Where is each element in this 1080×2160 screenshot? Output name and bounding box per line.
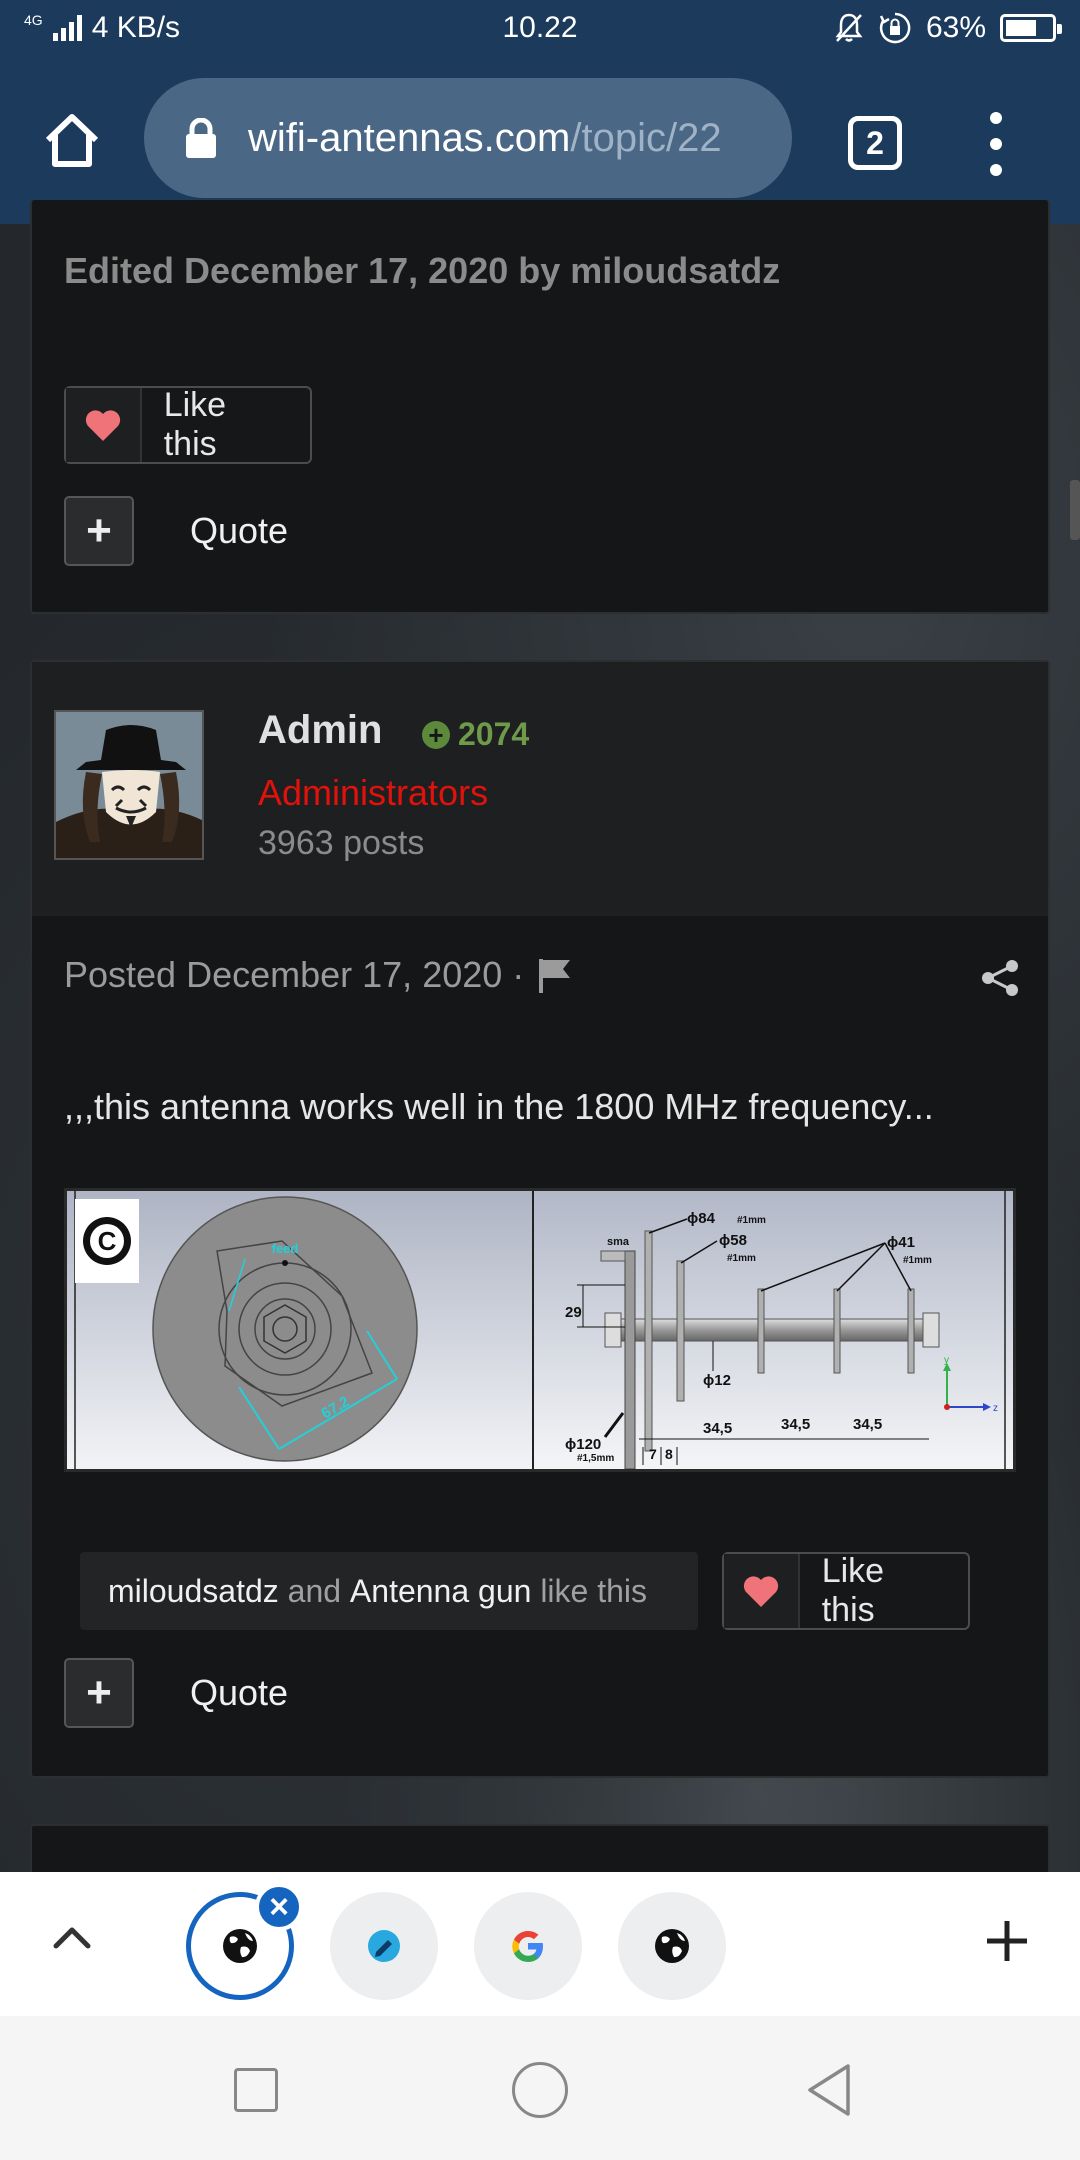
close-tab-icon[interactable]: × xyxy=(255,1883,303,1931)
spacing-8-label: 8 xyxy=(665,1446,673,1462)
network-speed: 4 KB/s xyxy=(91,11,181,44)
post-card: Admin + 2074 Administrators 3963 posts P… xyxy=(30,660,1050,1778)
scrollbar[interactable] xyxy=(1070,480,1080,540)
height-29-label: 29 xyxy=(565,1304,582,1321)
reputation-badge: + 2074 xyxy=(422,716,529,753)
share-icon[interactable] xyxy=(980,958,1020,998)
globe-icon xyxy=(223,1929,257,1963)
sma-label: sma xyxy=(607,1236,630,1248)
status-bar: 4G 4 KB/s 10.22 63% xyxy=(0,0,1080,56)
spacing-2-label: 34,5 xyxy=(781,1416,810,1433)
reputation-count: 2074 xyxy=(458,716,530,752)
tab-edit[interactable] xyxy=(330,1892,438,2000)
posted-date[interactable]: Posted December 17, 2020 · xyxy=(64,954,524,996)
heart-icon xyxy=(743,1576,778,1607)
report-flag-icon[interactable] xyxy=(536,957,574,993)
tab-google[interactable] xyxy=(474,1892,582,2000)
home-icon[interactable] xyxy=(40,108,104,172)
spacing-1-label: 34,5 xyxy=(703,1420,732,1437)
quote-button[interactable]: Quote xyxy=(190,510,288,552)
multiquote-plus-button[interactable]: + xyxy=(64,496,134,566)
feed-label: feed xyxy=(272,1241,299,1256)
diameter-84-label: ϕ84 xyxy=(687,1210,716,1227)
quote-row[interactable]: + Quote xyxy=(64,496,288,566)
home-button[interactable] xyxy=(512,2062,568,2118)
multiquote-plus-button[interactable]: + xyxy=(64,1658,134,1728)
post-body-text: ,,,this antenna works well in the 1800 M… xyxy=(64,1086,934,1127)
lock-icon xyxy=(186,118,216,158)
mute-icon xyxy=(835,13,863,42)
edited-note: Edited December 17, 2020 by miloudsatdz xyxy=(64,250,781,291)
heart-icon xyxy=(85,410,120,441)
spacing-3-label: 34,5 xyxy=(853,1416,882,1433)
axis-y-label: y xyxy=(944,1355,949,1366)
like-label: Like this xyxy=(821,1552,885,1629)
thickness-84-label: #1mm xyxy=(737,1215,766,1226)
like-button[interactable]: Like this xyxy=(722,1552,970,1630)
diameter-41-label: ϕ41 xyxy=(887,1234,915,1251)
liker-2[interactable]: Antenna gun xyxy=(350,1573,532,1610)
plus-icon[interactable] xyxy=(984,1918,1030,1964)
post-meta: Posted December 17, 2020 · xyxy=(64,954,574,996)
antenna-drawing-image[interactable]: C feed 67,2 sma ϕ84 #1mm ϕ58 #1mm ϕ41 #1… xyxy=(64,1188,1016,1472)
network-type: 4G xyxy=(24,12,43,28)
clock: 10.22 xyxy=(502,11,578,44)
author-header: Admin + 2074 Administrators 3963 posts xyxy=(32,662,1048,916)
battery-percent: 63% xyxy=(925,11,986,44)
diameter-12-label: ϕ12 xyxy=(703,1372,731,1389)
spacing-7-label: 7 xyxy=(649,1446,657,1462)
browser-toolbar: wifi-antennas.com/topic/22 2 xyxy=(0,56,1080,224)
back-triangle-icon[interactable] xyxy=(804,2062,854,2118)
app-pen-icon xyxy=(368,1930,400,1962)
thickness-41-label: #1mm xyxy=(903,1255,932,1266)
avatar-image xyxy=(56,712,202,858)
tab-globe-active[interactable]: × xyxy=(186,1883,303,2000)
quote-button[interactable]: Quote xyxy=(190,1672,288,1714)
url-text: wifi-antennas.com/topic/22 xyxy=(248,115,722,160)
thickness-58-label: #1mm xyxy=(727,1253,756,1264)
axis-z-label: z xyxy=(993,1403,998,1414)
plus-circle-icon: + xyxy=(422,720,450,749)
likers-summary[interactable]: miloudsatdz and Antenna gun like this xyxy=(80,1552,698,1630)
signal-icon xyxy=(52,15,82,41)
author-post-count: 3963 posts xyxy=(258,824,425,862)
tab-globe[interactable] xyxy=(618,1892,726,2000)
more-menu-icon[interactable] xyxy=(986,112,1006,176)
like-label: Like this xyxy=(163,386,227,463)
tab-switcher-button[interactable]: 2 xyxy=(848,116,902,170)
quote-row[interactable]: + Quote xyxy=(64,1658,288,1728)
avatar[interactable] xyxy=(54,710,204,860)
author-role: Administrators xyxy=(258,772,489,813)
author-name[interactable]: Admin xyxy=(258,708,382,753)
diameter-58-label: ϕ58 xyxy=(719,1232,747,1249)
recents-button[interactable] xyxy=(234,2068,278,2112)
liker-1[interactable]: miloudsatdz xyxy=(108,1573,279,1610)
battery-icon xyxy=(1000,14,1062,42)
chevron-up-icon[interactable] xyxy=(50,1916,94,1960)
thickness-120-label: #1,5mm xyxy=(577,1453,614,1464)
rotation-lock-icon xyxy=(879,12,911,44)
tab-strip: × xyxy=(0,1872,1080,2016)
google-icon xyxy=(512,1931,543,1962)
previous-post-card: Edited December 17, 2020 by miloudsatdz … xyxy=(30,200,1050,614)
like-button[interactable]: Like this xyxy=(64,386,312,464)
copyright-letter: C xyxy=(98,1226,117,1256)
address-bar[interactable]: wifi-antennas.com/topic/22 xyxy=(144,78,792,198)
diameter-120-label: ϕ120 xyxy=(565,1436,601,1453)
globe-icon xyxy=(655,1929,689,1963)
system-navigation-bar xyxy=(0,2016,1080,2160)
